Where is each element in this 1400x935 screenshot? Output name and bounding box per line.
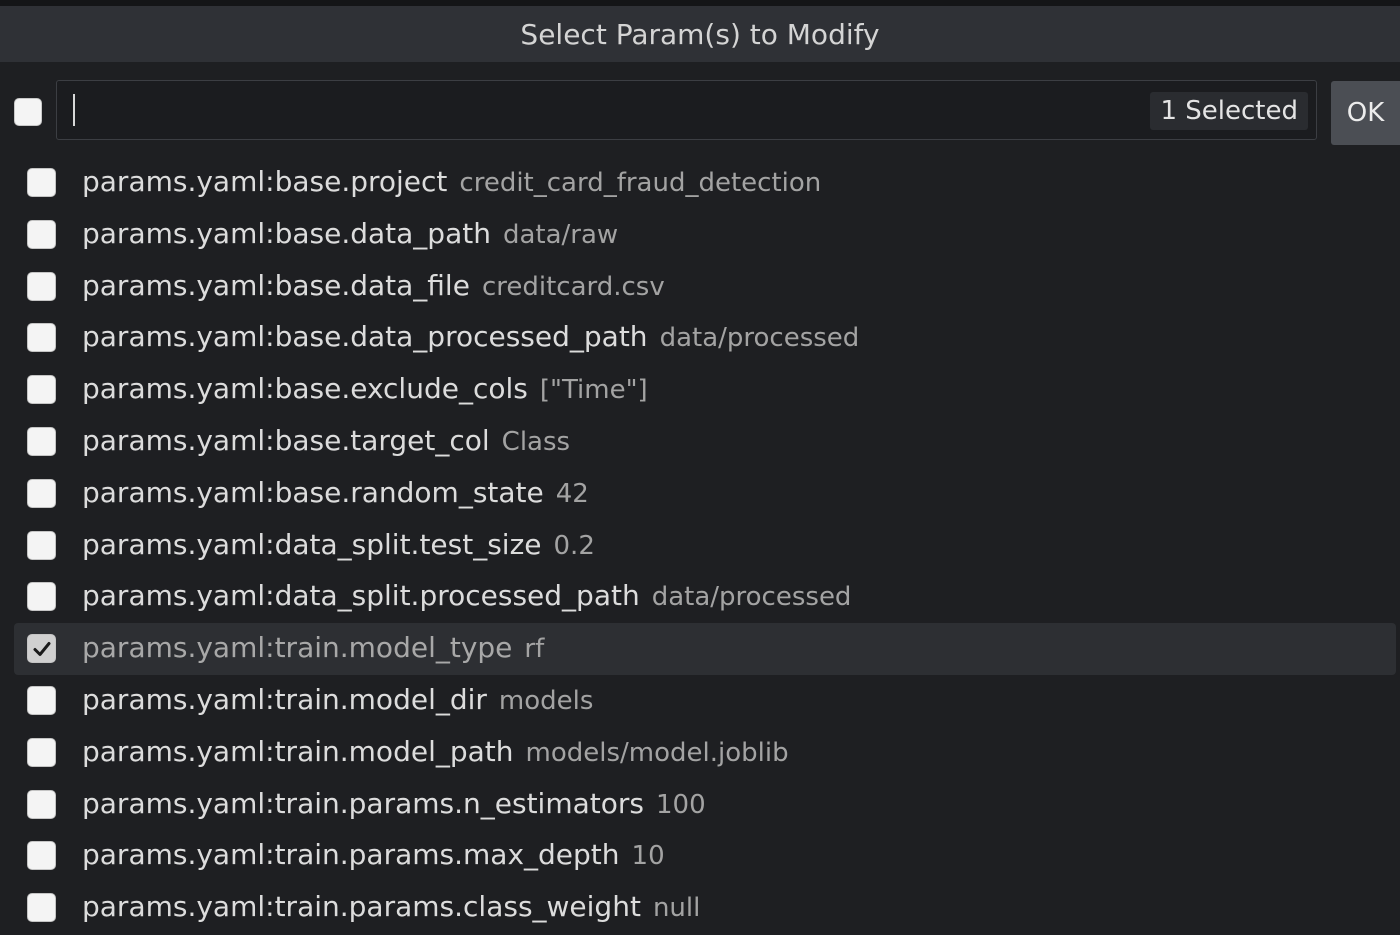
param-value: models <box>498 685 594 716</box>
param-value: 0.2 <box>553 530 595 561</box>
list-item[interactable]: params.yaml:train.params.class_weight nul… <box>0 882 1400 934</box>
param-list: params.yaml:base.project credit_card_frau… <box>0 157 1400 934</box>
checkbox[interactable] <box>27 685 56 715</box>
param-name: params.yaml:data_split.test_size <box>82 527 542 561</box>
param-label: params.yaml:base.data_path data/raw <box>82 217 618 250</box>
param-value: ["Time"] <box>539 375 648 406</box>
list-item[interactable]: params.yaml:base.data_processed_path data… <box>0 312 1400 364</box>
param-value: rf <box>524 634 545 665</box>
checkbox[interactable] <box>27 478 56 508</box>
checkbox[interactable] <box>27 426 56 456</box>
checkbox[interactable] <box>27 737 56 767</box>
param-label: params.yaml:train.model_dir models <box>82 683 593 716</box>
param-value: creditcard.csv <box>481 271 665 302</box>
param-value: data/processed <box>651 582 852 613</box>
list-item[interactable]: params.yaml:data_split.test_size 0.2 <box>0 520 1400 572</box>
param-value: data/processed <box>659 323 860 354</box>
list-item[interactable]: params.yaml:train.model_type rf <box>14 623 1396 675</box>
ok-button[interactable]: OK <box>1331 81 1400 145</box>
param-name: params.yaml:base.project <box>82 165 448 198</box>
filter-box[interactable]: 1 Selected <box>56 80 1317 140</box>
list-item[interactable]: params.yaml:base.data_path data/raw <box>0 209 1400 261</box>
list-item[interactable]: params.yaml:train.model_dir models <box>0 675 1400 727</box>
param-name: params.yaml:train.params.max_depth <box>82 838 620 872</box>
param-name: params.yaml:base.target_col <box>82 423 490 457</box>
param-name: params.yaml:train.model_type <box>82 631 513 665</box>
param-label: params.yaml:train.model_path models/model… <box>82 735 789 768</box>
param-name: params.yaml:base.exclude_cols <box>82 372 528 406</box>
selected-count-badge: 1 Selected <box>1150 92 1308 130</box>
checkbox[interactable] <box>27 271 56 301</box>
param-name: params.yaml:train.model_path <box>82 734 514 768</box>
param-label: params.yaml:base.data_processed_path data… <box>82 320 859 353</box>
checkbox[interactable] <box>27 168 56 197</box>
param-name: params.yaml:base.random_state <box>82 475 544 509</box>
checkbox[interactable] <box>27 582 56 612</box>
param-label: params.yaml:train.model_type rf <box>82 631 544 664</box>
checkbox[interactable] <box>27 375 56 405</box>
list-item[interactable]: params.yaml:base.project credit_card_frau… <box>0 157 1400 209</box>
list-item[interactable]: params.yaml:data_split.processed_path dat… <box>0 571 1400 623</box>
checkbox[interactable] <box>27 323 56 353</box>
param-label: params.yaml:train.params.n_estimators 100 <box>82 787 706 820</box>
param-value: models/model.joblib <box>525 737 789 768</box>
param-label: params.yaml:data_split.processed_path dat… <box>82 579 851 612</box>
param-name: params.yaml:train.params.n_estimators <box>82 786 644 820</box>
checkbox[interactable] <box>27 789 56 819</box>
param-name: params.yaml:base.data_path <box>82 216 491 250</box>
param-name: params.yaml:train.model_dir <box>82 682 487 716</box>
checkbox[interactable] <box>27 219 56 249</box>
param-label: params.yaml:base.data_file creditcard.csv <box>82 269 665 302</box>
checkbox[interactable] <box>27 530 56 560</box>
list-item[interactable]: params.yaml:train.params.max_depth 10 <box>0 830 1400 882</box>
param-label: params.yaml:base.random_state 42 <box>82 476 589 509</box>
param-label: params.yaml:data_split.test_size 0.2 <box>82 528 595 561</box>
list-item[interactable]: params.yaml:base.data_file creditcard.csv <box>0 261 1400 313</box>
list-item[interactable]: params.yaml:base.exclude_cols ["Time"] <box>0 364 1400 416</box>
param-value: 42 <box>555 478 589 509</box>
checkbox[interactable] <box>27 893 56 923</box>
param-label: params.yaml:train.params.class_weight nul… <box>82 890 700 923</box>
select-all-checkbox[interactable] <box>14 98 42 126</box>
list-item[interactable]: params.yaml:base.target_col Class <box>0 416 1400 468</box>
param-value: 10 <box>631 841 665 872</box>
param-name: params.yaml:base.data_file <box>82 268 470 302</box>
param-name: params.yaml:data_split.processed_path <box>82 579 640 613</box>
checkmark-icon <box>33 641 50 656</box>
param-value: Class <box>501 426 571 457</box>
param-label: params.yaml:train.params.max_depth 10 <box>82 838 665 871</box>
param-label: params.yaml:base.project credit_card_frau… <box>82 165 821 198</box>
dialog-title: Select Param(s) to Modify <box>0 6 1400 62</box>
filter-row: 1 Selected OK <box>0 80 1400 145</box>
text-caret <box>73 94 75 126</box>
param-value: 100 <box>655 789 706 820</box>
param-value: data/raw <box>502 219 619 250</box>
filter-input[interactable] <box>81 89 1151 131</box>
dialog-title-text: Select Param(s) to Modify <box>520 17 880 51</box>
param-name: params.yaml:base.data_processed_path <box>82 320 648 354</box>
list-item[interactable]: params.yaml:train.model_path models/model… <box>0 727 1400 779</box>
param-value: credit_card_fraud_detection <box>459 168 822 198</box>
param-label: params.yaml:base.exclude_cols ["Time"] <box>82 372 648 405</box>
checkbox-checked[interactable] <box>27 634 56 664</box>
param-label: params.yaml:base.target_col Class <box>82 424 570 457</box>
checkbox[interactable] <box>27 841 56 871</box>
param-name: params.yaml:train.params.class_weight <box>82 890 641 924</box>
list-item[interactable]: params.yaml:train.params.n_estimators 100 <box>0 779 1400 831</box>
param-value: null <box>652 893 701 924</box>
list-item[interactable]: params.yaml:base.random_state 42 <box>0 468 1400 520</box>
